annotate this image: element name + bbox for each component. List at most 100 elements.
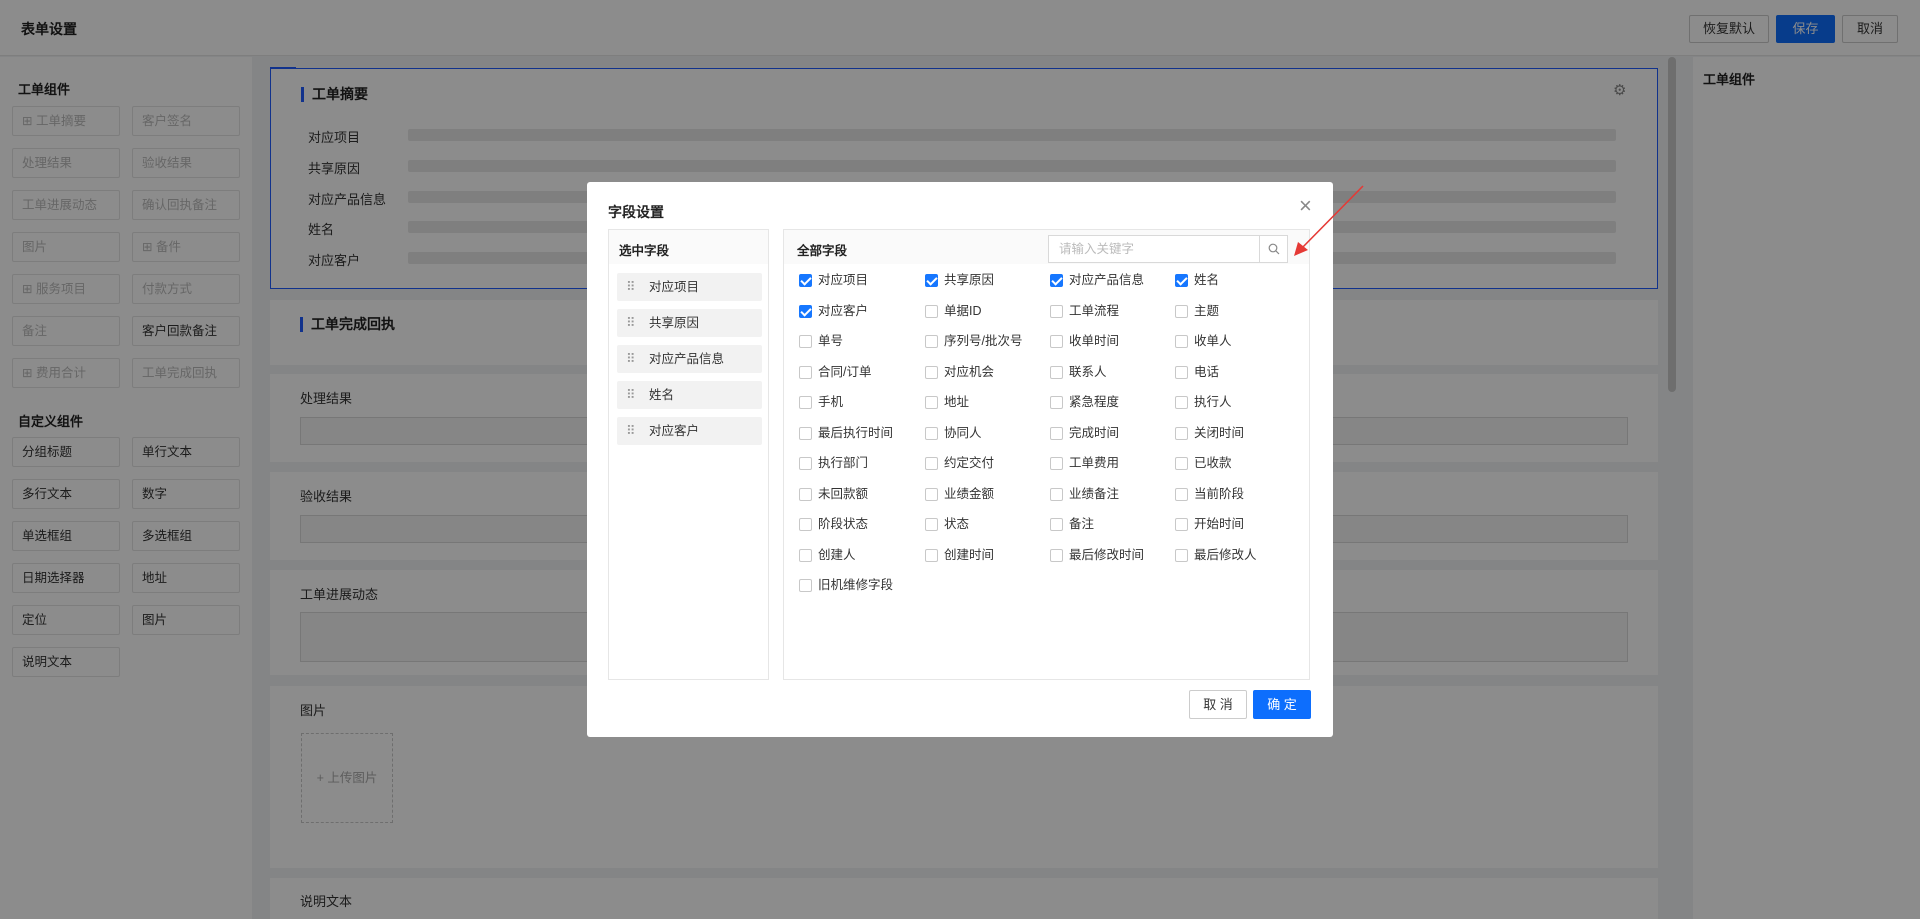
checkbox-unchecked-icon[interactable]	[925, 365, 938, 379]
field-checkbox-label: 工单费用	[1069, 456, 1120, 470]
checkbox-unchecked-icon[interactable]	[1175, 487, 1188, 501]
field-checkbox[interactable]: 联系人	[1050, 362, 1107, 382]
drag-handle-icon[interactable]: ⠿	[626, 309, 635, 337]
field-checkbox[interactable]: 关闭时间	[1175, 423, 1244, 443]
dialog-cancel-button[interactable]: 取 消	[1189, 690, 1247, 719]
field-checkbox[interactable]: 序列号/批次号	[925, 331, 1022, 351]
field-checkbox[interactable]: 主题	[1175, 301, 1219, 321]
selected-field-item[interactable]: ⠿ 对应项目	[617, 273, 762, 301]
field-checkbox[interactable]: 工单流程	[1050, 301, 1119, 321]
field-checkbox[interactable]: 对应项目	[799, 270, 868, 290]
drag-handle-icon[interactable]: ⠿	[626, 381, 635, 409]
field-checkbox[interactable]: 共享原因	[925, 270, 994, 290]
field-checkbox[interactable]: 单号	[799, 331, 843, 351]
field-checkbox[interactable]: 最后修改时间	[1050, 545, 1144, 565]
checkbox-unchecked-icon[interactable]	[1050, 365, 1063, 379]
drag-handle-icon[interactable]: ⠿	[626, 273, 635, 301]
field-checkbox[interactable]: 业绩备注	[1050, 484, 1119, 504]
field-checkbox[interactable]: 姓名	[1175, 270, 1219, 290]
field-checkbox[interactable]: 开始时间	[1175, 514, 1244, 534]
checkbox-unchecked-icon[interactable]	[1050, 426, 1063, 440]
field-checkbox[interactable]: 完成时间	[1050, 423, 1119, 443]
field-checkbox[interactable]: 备注	[1050, 514, 1094, 534]
field-checkbox[interactable]: 对应产品信息	[1050, 270, 1144, 290]
checkbox-checked-icon[interactable]	[1050, 274, 1063, 287]
checkbox-unchecked-icon[interactable]	[799, 426, 812, 440]
checkbox-unchecked-icon[interactable]	[925, 426, 938, 440]
field-checkbox-label: 开始时间	[1194, 517, 1245, 531]
field-checkbox[interactable]: 创建人	[799, 545, 856, 565]
checkbox-checked-icon[interactable]	[925, 274, 938, 287]
field-checkbox[interactable]: 状态	[925, 514, 969, 534]
field-checkbox[interactable]: 旧机维修字段	[799, 575, 893, 595]
selected-field-item[interactable]: ⠿ 对应产品信息	[617, 345, 762, 373]
field-checkbox[interactable]: 未回款额	[799, 484, 868, 504]
field-checkbox[interactable]: 最后修改人	[1175, 545, 1257, 565]
field-checkbox[interactable]: 地址	[925, 392, 969, 412]
checkbox-unchecked-icon[interactable]	[799, 579, 812, 592]
checkbox-unchecked-icon[interactable]	[1175, 426, 1188, 440]
checkbox-unchecked-icon[interactable]	[925, 396, 938, 409]
checkbox-unchecked-icon[interactable]	[799, 518, 812, 531]
checkbox-unchecked-icon[interactable]	[799, 457, 812, 470]
field-checkbox[interactable]: 执行人	[1175, 392, 1232, 412]
field-checkbox[interactable]: 对应机会	[925, 362, 994, 382]
checkbox-unchecked-icon[interactable]	[799, 396, 812, 409]
checkbox-unchecked-icon[interactable]	[1175, 396, 1188, 409]
field-checkbox[interactable]: 执行部门	[799, 453, 868, 473]
field-checkbox[interactable]: 收单时间	[1050, 331, 1119, 351]
checkbox-unchecked-icon[interactable]	[925, 457, 938, 470]
checkbox-unchecked-icon[interactable]	[1175, 548, 1188, 562]
drag-handle-icon[interactable]: ⠿	[626, 417, 635, 445]
checkbox-unchecked-icon[interactable]	[1175, 335, 1188, 348]
checkbox-unchecked-icon[interactable]	[1050, 487, 1063, 501]
field-checkbox[interactable]: 最后执行时间	[799, 423, 893, 443]
field-checkbox[interactable]: 收单人	[1175, 331, 1232, 351]
checkbox-unchecked-icon[interactable]	[1050, 518, 1063, 531]
checkbox-checked-icon[interactable]	[799, 304, 812, 318]
field-checkbox[interactable]: 创建时间	[925, 545, 994, 565]
checkbox-unchecked-icon[interactable]	[1050, 304, 1063, 318]
field-checkbox[interactable]: 合同/订单	[799, 362, 871, 382]
field-checkbox[interactable]: 协同人	[925, 423, 982, 443]
checkbox-checked-icon[interactable]	[799, 274, 812, 287]
checkbox-checked-icon[interactable]	[1175, 274, 1188, 287]
selected-field-item[interactable]: ⠿ 对应客户	[617, 417, 762, 445]
field-checkbox[interactable]: 约定交付	[925, 453, 994, 473]
checkbox-unchecked-icon[interactable]	[925, 487, 938, 501]
checkbox-unchecked-icon[interactable]	[799, 335, 812, 348]
field-checkbox[interactable]: 当前阶段	[1175, 484, 1244, 504]
checkbox-unchecked-icon[interactable]	[1050, 457, 1063, 470]
field-checkbox[interactable]: 电话	[1175, 362, 1219, 382]
checkbox-unchecked-icon[interactable]	[925, 518, 938, 531]
field-checkbox[interactable]: 单据ID	[925, 301, 982, 321]
checkbox-unchecked-icon[interactable]	[1175, 457, 1188, 470]
checkbox-unchecked-icon[interactable]	[1175, 304, 1188, 318]
checkbox-unchecked-icon[interactable]	[1050, 548, 1063, 562]
field-checkbox[interactable]: 对应客户	[799, 301, 868, 321]
field-checkbox[interactable]: 工单费用	[1050, 453, 1119, 473]
checkbox-unchecked-icon[interactable]	[1050, 335, 1063, 348]
field-checkbox[interactable]: 手机	[799, 392, 843, 412]
checkbox-unchecked-icon[interactable]	[925, 304, 938, 318]
drag-handle-icon[interactable]: ⠿	[626, 345, 635, 373]
search-button[interactable]	[1259, 235, 1288, 263]
field-checkbox-label: 创建人	[818, 547, 856, 562]
checkbox-unchecked-icon[interactable]	[1050, 396, 1063, 409]
search-input[interactable]: 请输入关键字	[1048, 235, 1260, 263]
field-checkbox[interactable]: 阶段状态	[799, 514, 868, 534]
field-checkbox[interactable]: 业绩金额	[925, 484, 994, 504]
selected-field-item[interactable]: ⠿ 姓名	[617, 381, 762, 409]
checkbox-unchecked-icon[interactable]	[1175, 365, 1188, 379]
checkbox-unchecked-icon[interactable]	[799, 365, 812, 379]
checkbox-unchecked-icon[interactable]	[1175, 518, 1188, 531]
field-checkbox[interactable]: 紧急程度	[1050, 392, 1119, 412]
checkbox-unchecked-icon[interactable]	[799, 548, 812, 562]
field-checkbox[interactable]: 已收款	[1175, 453, 1232, 473]
all-fields-header: 全部字段	[797, 244, 848, 258]
dialog-confirm-button[interactable]: 确 定	[1253, 690, 1311, 719]
selected-field-item[interactable]: ⠿ 共享原因	[617, 309, 762, 337]
checkbox-unchecked-icon[interactable]	[925, 548, 938, 562]
checkbox-unchecked-icon[interactable]	[925, 335, 938, 348]
checkbox-unchecked-icon[interactable]	[799, 487, 812, 501]
